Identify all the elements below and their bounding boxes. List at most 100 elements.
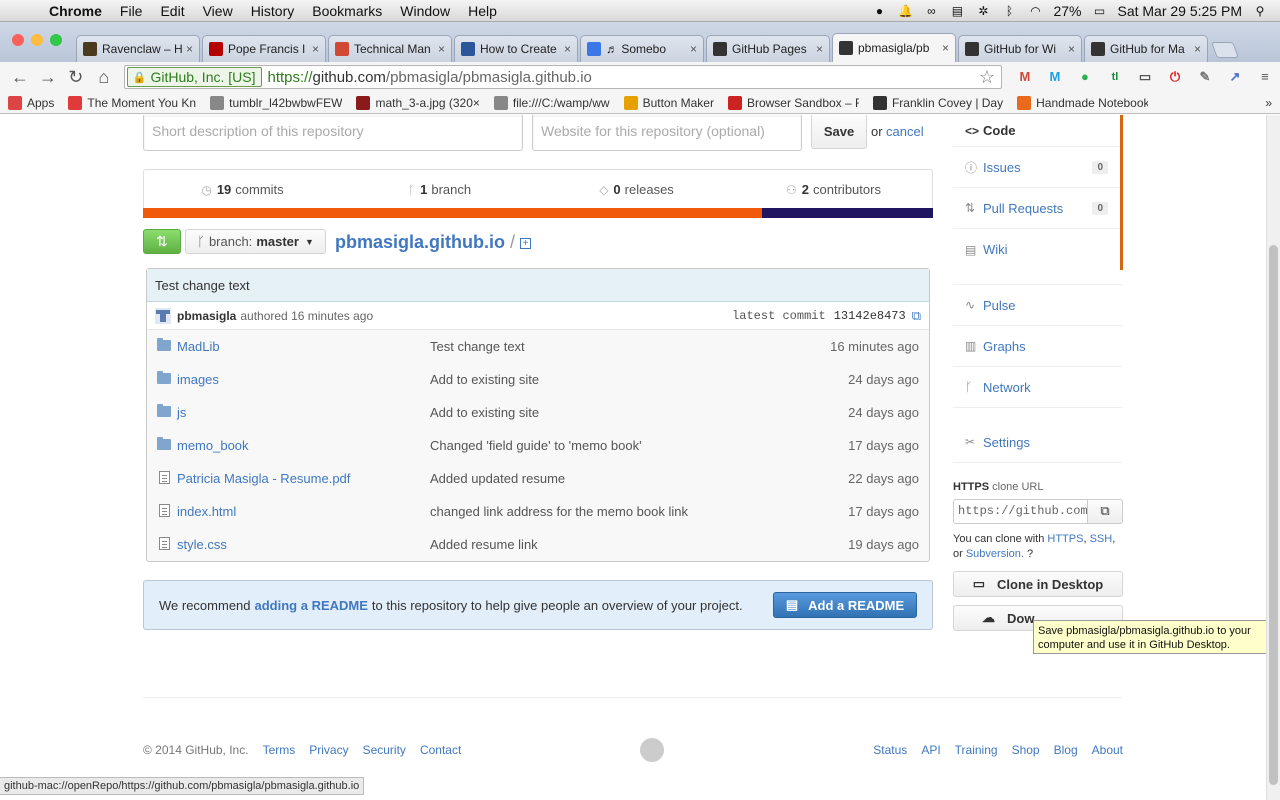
close-window-button[interactable] (12, 34, 24, 46)
bookmark-item[interactable]: The Moment You Kn (68, 95, 196, 110)
browser-tab[interactable]: How to Create × (454, 35, 578, 62)
menu-file[interactable]: File (111, 3, 152, 19)
help-icon[interactable]: ? (1027, 548, 1033, 560)
bluetooth-icon[interactable]: ᛒ (1001, 4, 1017, 18)
cast-icon[interactable]: ▭ (1136, 68, 1154, 86)
clone-url-input[interactable]: https://github.com (953, 499, 1088, 524)
releases-link[interactable]: ◇ 0 releases (538, 170, 735, 209)
new-file-icon[interactable]: + (520, 238, 531, 249)
language-segment[interactable] (762, 208, 933, 218)
minimize-window-button[interactable] (31, 34, 43, 46)
ssh-link[interactable]: SSH (1090, 533, 1113, 545)
gear-status-icon[interactable]: ✲ (975, 4, 991, 18)
footer-terms[interactable]: Terms (263, 743, 296, 757)
nav-issues[interactable]: ⓘ Issues 0 (953, 147, 1120, 188)
footer-contact[interactable]: Contact (420, 743, 461, 757)
address-bar[interactable]: 🔒 GitHub, Inc. [US] https://github.com/p… (123, 65, 1002, 89)
branches-link[interactable]: ᚴ 1 branch (341, 170, 538, 209)
file-commit-message[interactable]: Added updated resume (430, 471, 848, 486)
tab-close-icon[interactable]: × (816, 42, 823, 56)
footer-status[interactable]: Status (873, 743, 907, 757)
latest-commit-message[interactable]: Test change text (147, 269, 929, 302)
footer-privacy[interactable]: Privacy (309, 743, 348, 757)
file-name-link[interactable]: Patricia Masigla - Resume.pdf (177, 471, 430, 486)
subversion-link[interactable]: Subversion. (966, 548, 1024, 560)
browser-tab[interactable]: GitHub for Wi × (958, 35, 1082, 62)
tab-close-icon[interactable]: × (1068, 42, 1075, 56)
tab-close-icon[interactable]: × (942, 41, 949, 55)
save-button[interactable]: Save (811, 115, 867, 149)
bookmark-star-icon[interactable]: ☆ (979, 67, 995, 88)
forward-button[interactable]: → (34, 67, 62, 88)
tab-close-icon[interactable]: × (1194, 42, 1201, 56)
file-name-link[interactable]: memo_book (177, 438, 430, 453)
nav-pulse[interactable]: ∿ Pulse (953, 285, 1123, 326)
zoom-window-button[interactable] (50, 34, 62, 46)
nav-pull-requests[interactable]: ⇅ Pull Requests 0 (953, 188, 1120, 229)
nav-settings[interactable]: ✂ Settings (953, 422, 1123, 463)
spotlight-search-icon[interactable]: ⚲ (1252, 4, 1268, 18)
contributors-link[interactable]: ⚇ 2 contributors (735, 170, 932, 209)
page-scrollbar-thumb[interactable] (1269, 245, 1278, 785)
menu-bookmarks[interactable]: Bookmarks (303, 3, 391, 19)
browser-tab[interactable]: pbmasigla/pb × (832, 33, 956, 62)
reload-button[interactable]: ↻ (62, 67, 90, 88)
tab-close-icon[interactable]: × (186, 42, 193, 56)
footer-blog[interactable]: Blog (1054, 743, 1078, 757)
commits-link[interactable]: ◷ 19 commits (144, 170, 341, 209)
browser-tab[interactable]: Ravenclaw – H × (76, 35, 200, 62)
browser-tab[interactable]: ♬ Somebo × (580, 35, 704, 62)
footer-training[interactable]: Training (955, 743, 998, 757)
home-button[interactable]: ⌂ (90, 67, 118, 88)
language-bar[interactable] (143, 208, 933, 218)
compare-button[interactable]: ⇅ (143, 229, 181, 254)
browser-tab[interactable]: GitHub Pages × (706, 35, 830, 62)
repo-root-link[interactable]: pbmasigla.github.io (335, 232, 505, 253)
menu-help[interactable]: Help (459, 3, 506, 19)
nav-wiki[interactable]: ▤ Wiki (953, 229, 1120, 270)
clipboard-status-icon[interactable]: ▤ (949, 4, 965, 18)
wifi-icon[interactable]: ◠ (1027, 4, 1043, 18)
menu-view[interactable]: View (194, 3, 242, 19)
add-readme-link[interactable]: adding a README (255, 598, 368, 613)
file-name-link[interactable]: MadLib (177, 339, 430, 354)
footer-about[interactable]: About (1092, 743, 1123, 757)
file-commit-message[interactable]: Added resume link (430, 537, 848, 552)
file-name-link[interactable]: style.css (177, 537, 430, 552)
nav-code[interactable]: <> Code (953, 115, 1120, 147)
adblock-extension-icon[interactable]: ⏻ (1166, 68, 1184, 86)
file-commit-message[interactable]: Add to existing site (430, 405, 848, 420)
back-button[interactable]: ← (6, 67, 34, 88)
evernote-status-icon[interactable]: ● (871, 4, 887, 18)
footer-shop[interactable]: Shop (1012, 743, 1040, 757)
language-segment[interactable] (143, 208, 763, 218)
evernote-extension-icon[interactable]: ● (1076, 68, 1094, 86)
file-commit-message[interactable]: Changed 'field guide' to 'memo book' (430, 438, 848, 453)
copy-clone-url-icon[interactable]: ⧉ (1088, 499, 1123, 524)
nav-network[interactable]: ᚴ Network (953, 367, 1123, 408)
glasses-icon[interactable]: ∞ (923, 4, 939, 18)
menu-edit[interactable]: Edit (151, 3, 193, 19)
cancel-link[interactable]: cancel (886, 124, 924, 139)
description-input[interactable]: Short description of this repository (143, 115, 523, 151)
file-commit-message[interactable]: Test change text (430, 339, 830, 354)
menu-window[interactable]: Window (391, 3, 459, 19)
footer-security[interactable]: Security (363, 743, 406, 757)
bookmarks-overflow-icon[interactable]: » (1265, 96, 1272, 110)
bookmark-item[interactable]: Browser Sandbox – F (727, 95, 859, 110)
author-avatar[interactable] (155, 307, 171, 324)
bookmark-item[interactable]: tumblr_l42bwbwFEW (210, 95, 342, 110)
bookmark-item[interactable]: Handmade Notebook (1017, 95, 1148, 110)
copy-sha-icon[interactable]: ⧉ (912, 308, 921, 324)
commit-sha[interactable]: 13142e8473 (834, 309, 906, 323)
bookmark-item[interactable]: Apps (8, 95, 54, 110)
clone-in-desktop-button[interactable]: ▭ Clone in Desktop (953, 571, 1123, 597)
chrome-menu-icon[interactable]: ≡ (1256, 68, 1274, 86)
ev-certificate-badge[interactable]: 🔒 GitHub, Inc. [US] (126, 67, 262, 87)
notification-bell-icon[interactable]: 🔔 (897, 4, 913, 18)
tldr-extension-icon[interactable]: tl (1106, 68, 1124, 86)
bookmark-item[interactable]: Franklin Covey | Day (872, 95, 1003, 110)
bookmark-item[interactable]: file:///C:/wamp/ww (493, 95, 610, 110)
battery-icon[interactable]: ▭ (1091, 4, 1107, 18)
branch-select[interactable]: ᚴ branch: master ▼ (185, 229, 326, 254)
